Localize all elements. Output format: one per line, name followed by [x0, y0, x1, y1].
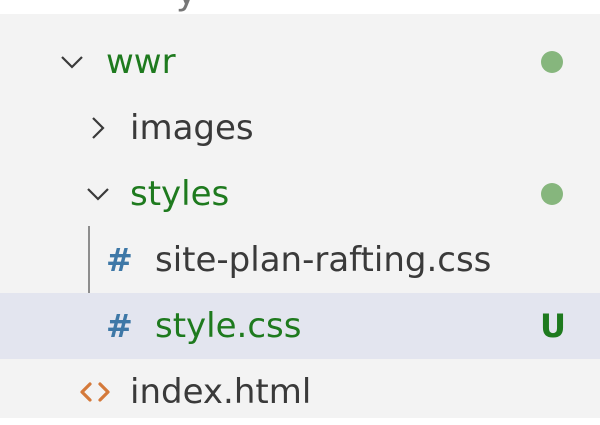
tree-item-images-folder[interactable]: images — [0, 95, 600, 161]
tree-item-label: index.html — [130, 372, 312, 412]
file-explorer: · y · wwr images styles # site-plan-raft… — [0, 0, 600, 418]
tree-item-style-css[interactable]: # style.css U — [0, 293, 600, 359]
tree-item-label: styles — [130, 174, 230, 214]
tree-item-label: site-plan-rafting.css — [155, 240, 492, 280]
untracked-status-badge: U — [540, 307, 566, 345]
tree-item-label: images — [130, 108, 254, 148]
chevron-down-icon[interactable] — [58, 48, 86, 76]
tree-item-label: style.css — [155, 306, 302, 346]
html-file-icon — [80, 382, 110, 402]
cropped-text: · y · — [145, 0, 232, 13]
cropped-previous-item: · y · — [0, 0, 600, 14]
tree-item-label: wwr — [106, 42, 176, 82]
tree-item-index-html[interactable]: index.html — [0, 359, 600, 425]
tree-item-styles-folder[interactable]: styles — [0, 161, 600, 227]
modified-status-dot — [541, 51, 563, 73]
css-file-icon: # — [106, 241, 133, 279]
css-file-icon: # — [106, 307, 133, 345]
chevron-down-icon[interactable] — [84, 180, 112, 208]
modified-status-dot — [541, 183, 563, 205]
tree-item-site-plan-rafting-css[interactable]: # site-plan-rafting.css — [0, 227, 600, 293]
tree-item-wwr-folder[interactable]: wwr — [0, 29, 600, 95]
chevron-right-icon[interactable] — [84, 114, 112, 142]
